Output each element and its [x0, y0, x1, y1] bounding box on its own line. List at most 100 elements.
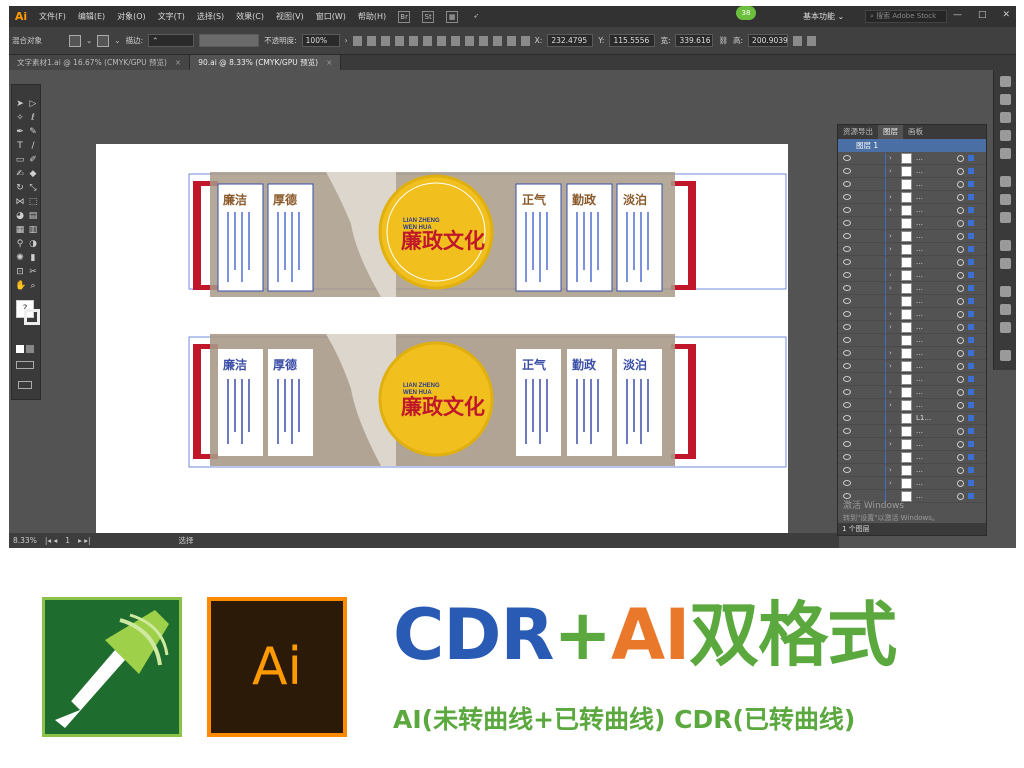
layer-row[interactable]: …: [838, 334, 986, 347]
column-graph-tool-icon[interactable]: ▮: [28, 253, 38, 263]
target-icon[interactable]: [957, 168, 964, 175]
visibility-eye-icon[interactable]: [843, 155, 851, 161]
target-icon[interactable]: [957, 376, 964, 383]
artboard[interactable]: LIAN ZHENG WEN HUA 廉政文化 廉洁 厚德 正气 勤政 淡泊 L…: [96, 144, 788, 539]
visibility-eye-icon[interactable]: [843, 441, 851, 447]
pen-tool-icon[interactable]: ✒: [15, 127, 25, 137]
design-artwork[interactable]: LIAN ZHENG WEN HUA 廉政文化 廉洁 厚德 正气 勤政 淡泊 L…: [96, 144, 788, 539]
visibility-eye-icon[interactable]: [843, 493, 851, 499]
target-icon[interactable]: [957, 493, 964, 500]
tab-document-1[interactable]: 文字素材1.ai @ 16.67% (CMYK/GPU 预览) ×: [9, 55, 191, 70]
layer-header-row[interactable]: 图层 1: [838, 139, 986, 152]
layer-row[interactable]: ›…: [838, 308, 986, 321]
target-icon[interactable]: [957, 298, 964, 305]
menu-edit[interactable]: 编辑(E): [72, 11, 111, 22]
align-bottom-icon[interactable]: [436, 35, 446, 46]
target-icon[interactable]: [957, 233, 964, 240]
layer-row[interactable]: ›…: [838, 399, 986, 412]
blend-tool-icon[interactable]: ◑: [28, 239, 38, 249]
target-icon[interactable]: [957, 259, 964, 266]
expand-arrow-icon[interactable]: ›: [889, 321, 892, 334]
visibility-eye-icon[interactable]: [843, 298, 851, 304]
layer-row[interactable]: ›…: [838, 204, 986, 217]
layer-row[interactable]: ›…: [838, 386, 986, 399]
expand-arrow-icon[interactable]: ›: [889, 204, 892, 217]
visibility-eye-icon[interactable]: [843, 480, 851, 486]
opacity-input[interactable]: 100%: [301, 34, 340, 47]
direct-selection-tool-icon[interactable]: ▷: [28, 99, 38, 109]
variable-width-profile[interactable]: [199, 34, 260, 47]
menu-view[interactable]: 视图(V): [270, 11, 310, 22]
visibility-eye-icon[interactable]: [843, 311, 851, 317]
target-icon[interactable]: [957, 467, 964, 474]
first-page-icon[interactable]: |◂ ◂: [45, 536, 57, 545]
expand-arrow-icon[interactable]: ›: [889, 191, 892, 204]
layer-row[interactable]: ›…: [838, 269, 986, 282]
fill-swatch[interactable]: [69, 34, 81, 47]
eyedropper-tool-icon[interactable]: ⚲: [15, 239, 25, 249]
rotate-tool-icon[interactable]: ↻: [15, 183, 25, 193]
next-page-icon[interactable]: ▸ ▸|: [78, 536, 90, 545]
stroke-icon[interactable]: [1000, 176, 1011, 187]
tab-artboards[interactable]: 画板: [903, 125, 928, 139]
expand-arrow-icon[interactable]: ›: [889, 243, 892, 256]
expand-arrow-icon[interactable]: ›: [889, 165, 892, 178]
visibility-eye-icon[interactable]: [843, 285, 851, 291]
distribute-left-icon[interactable]: [492, 35, 502, 46]
align-center-icon[interactable]: [380, 35, 390, 46]
target-icon[interactable]: [957, 155, 964, 162]
target-icon[interactable]: [957, 324, 964, 331]
eraser-tool-icon[interactable]: ◆: [28, 169, 38, 179]
target-icon[interactable]: [957, 311, 964, 318]
target-icon[interactable]: [957, 428, 964, 435]
visibility-eye-icon[interactable]: [843, 194, 851, 200]
graphic-styles-icon[interactable]: [1000, 258, 1011, 269]
rectangle-tool-icon[interactable]: ▭: [15, 155, 25, 165]
stroke-color-icon[interactable]: [24, 309, 40, 325]
zoom-level[interactable]: 8.33%: [13, 536, 37, 545]
target-icon[interactable]: [957, 350, 964, 357]
visibility-eye-icon[interactable]: [843, 207, 851, 213]
drawing-mode-icon[interactable]: [16, 361, 34, 369]
visibility-eye-icon[interactable]: [843, 389, 851, 395]
expand-arrow-icon[interactable]: ›: [889, 308, 892, 321]
expand-arrow-icon[interactable]: ›: [889, 269, 892, 282]
gradient-mode-icon[interactable]: [26, 345, 34, 353]
export-icon[interactable]: [1000, 286, 1011, 297]
distribute-bottom-icon[interactable]: [478, 35, 488, 46]
distribute-middle-icon[interactable]: [464, 35, 474, 46]
recolor-icon[interactable]: [352, 35, 362, 46]
expand-arrow-icon[interactable]: ›: [889, 425, 892, 438]
visibility-eye-icon[interactable]: [843, 415, 851, 421]
expand-arrow-icon[interactable]: ›: [889, 464, 892, 477]
target-icon[interactable]: [957, 415, 964, 422]
transform-icon[interactable]: [793, 35, 803, 46]
align-icon[interactable]: [1000, 350, 1011, 361]
y-input[interactable]: 115.5556: [609, 34, 656, 47]
symbol-sprayer-tool-icon[interactable]: ✺: [15, 253, 25, 263]
visibility-eye-icon[interactable]: [843, 246, 851, 252]
close-tab-icon[interactable]: ×: [175, 58, 181, 67]
artboards-icon[interactable]: [1000, 322, 1011, 333]
target-icon[interactable]: [957, 194, 964, 201]
layer-row[interactable]: …: [838, 451, 986, 464]
x-input[interactable]: 232.4795: [547, 34, 594, 47]
expand-arrow-icon[interactable]: ›: [889, 477, 892, 490]
arrange-documents-icon[interactable]: ▦: [446, 10, 459, 23]
layer-row[interactable]: ›…: [838, 165, 986, 178]
mesh-tool-icon[interactable]: ▦: [15, 225, 25, 235]
curvature-tool-icon[interactable]: ✎: [28, 127, 38, 137]
target-icon[interactable]: [957, 285, 964, 292]
tab-asset-export[interactable]: 资源导出: [838, 125, 878, 139]
visibility-eye-icon[interactable]: [843, 467, 851, 473]
target-icon[interactable]: [957, 363, 964, 370]
color-panel-icon[interactable]: [1000, 76, 1011, 87]
align-right-icon[interactable]: [394, 35, 404, 46]
layer-row[interactable]: ›…: [838, 477, 986, 490]
layer-row[interactable]: ›…: [838, 321, 986, 334]
symbols-icon[interactable]: [1000, 148, 1011, 159]
target-icon[interactable]: [957, 246, 964, 253]
align-top-icon[interactable]: [408, 35, 418, 46]
gradient-tool-icon[interactable]: ▥: [28, 225, 38, 235]
bridge-icon[interactable]: Br: [398, 10, 411, 23]
